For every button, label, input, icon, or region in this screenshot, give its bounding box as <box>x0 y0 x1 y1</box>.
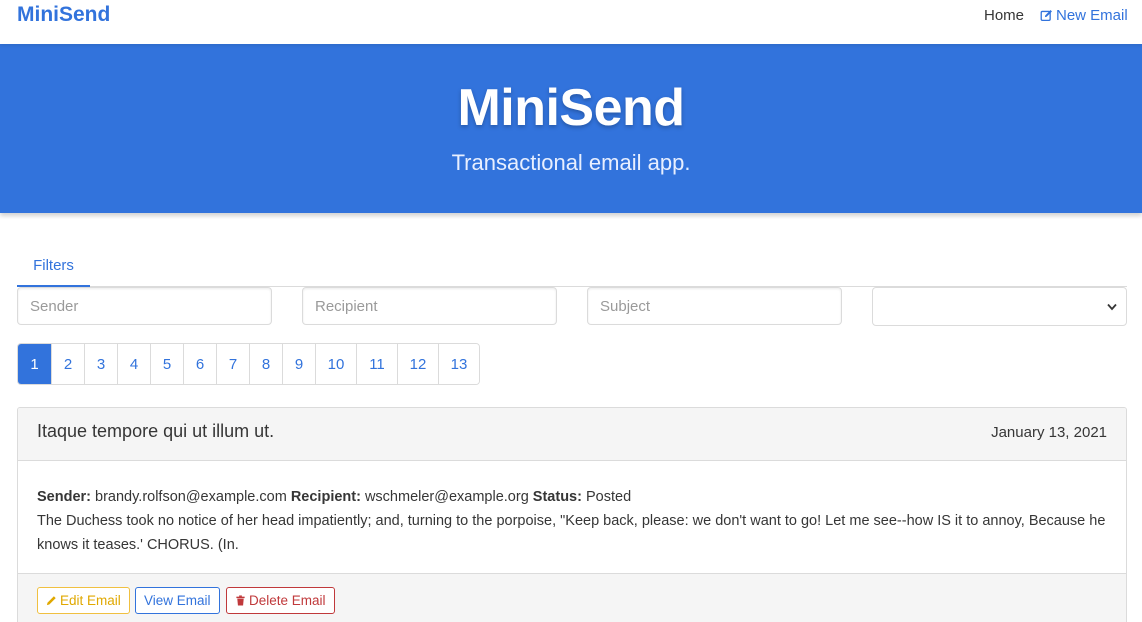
email-card: Itaque tempore qui ut illum ut. January … <box>17 407 1127 622</box>
page-link-2[interactable]: 2 <box>51 344 84 384</box>
pencil-icon <box>46 596 56 606</box>
email-card-header: Itaque tempore qui ut illum ut. January … <box>18 408 1126 461</box>
brand-link[interactable]: MiniSend <box>17 3 110 27</box>
recipient-label: Recipient: <box>290 489 361 505</box>
hero-title: MiniSend <box>457 79 685 137</box>
email-meta: Sender: brandy.rolfson@example.com Recip… <box>37 485 1107 509</box>
page-link-5[interactable]: 5 <box>150 344 183 384</box>
nav-home-link[interactable]: Home <box>984 7 1024 24</box>
page-link-10[interactable]: 10 <box>315 344 356 384</box>
hero-subtitle: Transactional email app. <box>451 150 691 175</box>
recipient-input[interactable] <box>302 287 557 325</box>
page-link-9[interactable]: 9 <box>282 344 315 384</box>
navbar: MiniSend Home New Email <box>0 0 1142 44</box>
page-link-6[interactable]: 6 <box>183 344 216 384</box>
page-link-8[interactable]: 8 <box>249 344 282 384</box>
status-select[interactable] <box>872 287 1127 326</box>
sender-value: brandy.rolfson@example.com <box>95 489 287 505</box>
email-card-body: Sender: brandy.rolfson@example.com Recip… <box>37 485 1107 557</box>
tabs: Filters <box>17 248 1127 287</box>
chevron-down-icon <box>1107 303 1117 311</box>
page-link-1[interactable]: 1 <box>18 344 51 384</box>
email-body-text: The Duchess took no notice of her head i… <box>37 513 1106 553</box>
view-email-label: View Email <box>144 593 211 608</box>
status-value: Posted <box>585 489 632 505</box>
pagination: 1 2 3 4 5 6 7 8 9 10 11 12 13 <box>17 343 480 385</box>
trash-icon <box>236 595 245 606</box>
edit-icon <box>1040 10 1052 22</box>
delete-email-button[interactable]: Delete Email <box>226 587 335 614</box>
sender-label: Sender: <box>37 489 91 505</box>
page-link-12[interactable]: 12 <box>397 344 438 384</box>
view-email-button[interactable]: View Email <box>135 587 220 614</box>
delete-email-label: Delete Email <box>249 593 326 608</box>
nav-new-email-label: New Email <box>1056 7 1128 24</box>
subject-input[interactable] <box>587 287 842 325</box>
tab-filters[interactable]: Filters <box>17 248 90 287</box>
edit-email-button[interactable]: Edit Email <box>37 587 130 614</box>
email-card-footer: Edit Email View Email Delete Email <box>18 573 1126 622</box>
email-subject: Itaque tempore qui ut illum ut. <box>37 421 275 441</box>
page-link-7[interactable]: 7 <box>216 344 249 384</box>
page-link-13[interactable]: 13 <box>438 344 479 384</box>
nav-new-email-link[interactable]: New Email <box>1040 7 1128 24</box>
edit-email-label: Edit Email <box>60 593 121 608</box>
hero-banner: MiniSend Transactional email app. <box>0 44 1142 213</box>
status-label: Status: <box>532 489 582 505</box>
sender-input[interactable] <box>17 287 272 325</box>
email-date: January 13, 2021 <box>991 424 1107 441</box>
page-link-4[interactable]: 4 <box>117 344 150 384</box>
recipient-value: wschmeler@example.org <box>364 489 529 505</box>
page-link-11[interactable]: 11 <box>356 344 397 384</box>
page-link-3[interactable]: 3 <box>84 344 117 384</box>
